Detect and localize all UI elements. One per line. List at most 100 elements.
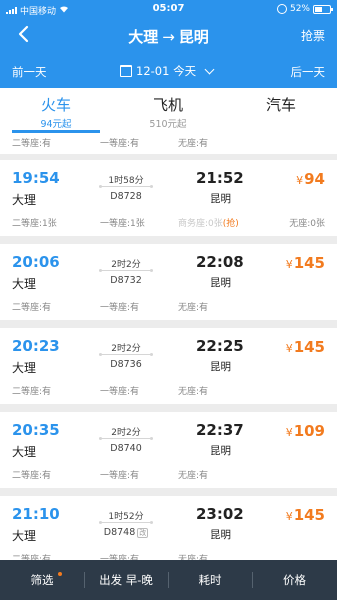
next-day-button[interactable]: 后一天 (291, 64, 326, 80)
arrive-time: 22:08 (196, 253, 244, 271)
depart-time: 19:54 (12, 169, 60, 187)
duration-line (99, 268, 153, 272)
depart-station: 大理 (12, 361, 37, 375)
changed-tag: 改 (137, 528, 149, 538)
seat-first-class: 一等座:有 (100, 555, 140, 560)
arrive-station: 昆明 (210, 193, 231, 205)
tab-price: 94元起 (40, 119, 72, 130)
tab-price: 510元起 (149, 119, 187, 130)
duration-line (99, 184, 153, 188)
duration-line (99, 352, 153, 356)
seat-second-class: 二等座:有 (12, 471, 52, 481)
status-bar: 中国移动 05:07 52% (0, 0, 337, 18)
depart-time: 20:35 (12, 421, 60, 439)
train-number-value: D8748 (103, 527, 136, 538)
prev-day-button[interactable]: 前一天 (12, 64, 47, 80)
tab-train[interactable]: 火车 94元起 (0, 94, 112, 130)
arrive-time: 23:02 (196, 505, 244, 523)
route-arrow: → (162, 28, 175, 46)
seat-first-class: 一等座:有 (100, 387, 140, 397)
duration-line (99, 520, 153, 524)
train-number: D8728 (110, 191, 142, 202)
seat-standing: 无座:有 (178, 471, 209, 481)
price: ¥94 (296, 170, 325, 188)
route-title: 大理 → 昆明 (0, 26, 337, 47)
active-tab-indicator (12, 130, 100, 133)
sort-price-button[interactable]: 价格 (252, 560, 337, 600)
train-card[interactable]: 20:06 大理 2时2分 D8732 22:08 昆明 ¥145 二等座:有 … (0, 244, 337, 320)
currency-symbol: ¥ (285, 258, 293, 271)
price-value: 145 (293, 506, 325, 524)
train-number: D8740 (110, 443, 142, 454)
from-city: 大理 (128, 28, 159, 46)
tab-label: 汽车 (265, 96, 296, 114)
depart-time: 21:10 (12, 505, 60, 523)
tab-flight[interactable]: 飞机 510元起 (112, 94, 224, 130)
battery-icon (313, 4, 333, 14)
seat-standing: 无座:有 (178, 139, 209, 149)
grab-ticket-button[interactable]: 抢票 (301, 27, 325, 44)
duration: 1时58分 (108, 176, 144, 186)
depart-station: 大理 (12, 529, 37, 543)
date-picker[interactable]: 12-01 今天 (120, 63, 215, 79)
duration: 2时2分 (111, 344, 141, 354)
price-value: 145 (293, 338, 325, 356)
seat-standing: 无座:有 (178, 555, 209, 560)
depart-time: 20:06 (12, 253, 60, 271)
price-value: 109 (293, 422, 325, 440)
tab-bus[interactable]: 汽车 (225, 94, 337, 116)
arrive-station: 昆明 (210, 277, 231, 289)
tab-label: 火车 (40, 96, 71, 114)
train-number: D8736 (110, 359, 142, 370)
price: ¥145 (286, 338, 325, 356)
sort-depart-button[interactable]: 出发 早-晚 (84, 560, 168, 600)
seat-first-class: 一等座:有 (100, 139, 140, 149)
currency-symbol: ¥ (296, 174, 304, 187)
list-item[interactable]: 二等座:有 一等座:有 无座:有 (0, 134, 337, 154)
seat-first-class: 一等座:有 (100, 471, 140, 481)
arrive-station: 昆明 (210, 361, 231, 373)
train-number: D8748 改 (100, 527, 152, 538)
depart-station: 大理 (12, 445, 37, 459)
to-city: 昆明 (178, 28, 209, 46)
chevron-down-icon (204, 64, 215, 74)
seat-standing: 无座:有 (178, 303, 209, 313)
filter-button[interactable]: 筛选 (0, 560, 84, 600)
seat-second-class: 二等座:有 (12, 555, 52, 560)
price: ¥145 (286, 254, 325, 272)
tab-label: 飞机 (152, 96, 183, 114)
depart-time: 20:23 (12, 337, 60, 355)
seat-standing: 无座:0张 (289, 219, 325, 229)
seat-first-class: 一等座:1张 (100, 219, 145, 229)
sort-duration-button[interactable]: 耗时 (168, 560, 252, 600)
train-card[interactable]: 19:54 大理 1时58分 D8728 21:52 昆明 ¥94 二等座:1张… (0, 160, 337, 236)
seat-second-class: 二等座:有 (12, 139, 52, 149)
date-row: 前一天 12-01 今天 后一天 (0, 58, 337, 84)
duration: 2时2分 (111, 428, 141, 438)
arrive-time: 22:37 (196, 421, 244, 439)
depart-station: 大理 (12, 193, 37, 207)
train-card[interactable]: 21:10 大理 1时52分 D8748 改 23:02 昆明 ¥145 二等座:… (0, 496, 337, 560)
train-card[interactable]: 20:23 大理 2时2分 D8736 22:25 昆明 ¥145 二等座:有 … (0, 328, 337, 404)
seat-business-class: 商务座:0张(抢) (178, 216, 239, 229)
price-value: 94 (304, 170, 325, 188)
duration-line (99, 436, 153, 440)
train-list[interactable]: 二等座:有 一等座:有 无座:有 19:54 大理 1时58分 D8728 21… (0, 134, 337, 560)
train-card[interactable]: 20:35 大理 2时2分 D8740 22:37 昆明 ¥109 二等座:有 … (0, 412, 337, 488)
duration: 1时52分 (108, 512, 144, 522)
train-number: D8732 (110, 275, 142, 286)
price-value: 145 (293, 254, 325, 272)
seat-standing: 无座:有 (178, 387, 209, 397)
grab-tag[interactable]: (抢) (223, 219, 239, 229)
filter-active-dot (58, 572, 62, 576)
rotation-lock-icon (276, 4, 287, 14)
battery-percent: 52% (289, 4, 310, 14)
sort-filter-bar: 筛选 出发 早-晚 耗时 价格 (0, 560, 337, 600)
arrive-station: 昆明 (210, 445, 231, 457)
nav-bar: 大理 → 昆明 抢票 (0, 18, 337, 52)
date-label: 12-01 今天 (136, 64, 197, 78)
seat-first-class: 一等座:有 (100, 303, 140, 313)
transport-tabs: 火车 94元起 飞机 510元起 汽车 (0, 88, 337, 134)
seat-second-class: 二等座:有 (12, 303, 52, 313)
currency-symbol: ¥ (285, 426, 293, 439)
